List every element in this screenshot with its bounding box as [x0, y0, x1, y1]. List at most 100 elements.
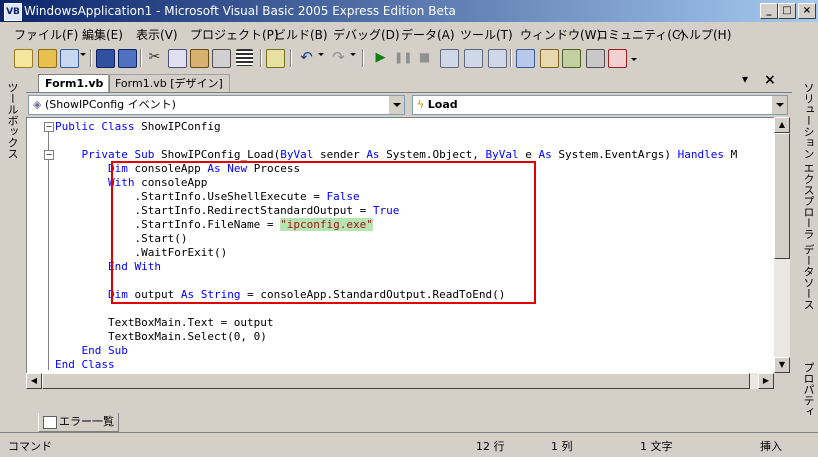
- status-bar: コマンド 12 行 1 列 1 文字 挿入: [0, 432, 818, 457]
- code-line[interactable]: Public Class ShowIPConfig: [55, 120, 221, 134]
- scroll-thumb-horizontal[interactable]: [42, 373, 750, 389]
- save-icon[interactable]: [96, 49, 115, 68]
- object-dropdown[interactable]: ◈ (ShowIPConfig イベント): [28, 95, 405, 115]
- menu-help[interactable]: ヘルプ(H): [677, 26, 731, 43]
- tab-form1-designer[interactable]: Form1.vb [デザイン]: [108, 74, 230, 92]
- object-browser-icon[interactable]: [562, 49, 581, 68]
- menu-window[interactable]: ウィンドウ(W): [520, 26, 601, 43]
- menu-edit[interactable]: 編集(E): [82, 26, 123, 43]
- properties-tab[interactable]: プロパティ: [800, 362, 816, 417]
- solution-explorer-icon[interactable]: [516, 49, 535, 68]
- code-editor[interactable]: − − Public Class ShowIPConfig Private Su…: [26, 117, 775, 374]
- code-text: System.EventArgs): [551, 148, 678, 161]
- close-button[interactable]: ×: [798, 3, 816, 19]
- code-keyword: End Class: [55, 358, 115, 371]
- status-line: 12 行: [476, 440, 505, 453]
- cut-icon[interactable]: ✂: [146, 49, 163, 66]
- start-debug-icon[interactable]: ▶: [372, 49, 389, 66]
- code-keyword: Private Sub: [81, 148, 155, 161]
- scroll-left-button[interactable]: ◀: [26, 373, 42, 389]
- chevron-down-icon[interactable]: [771, 96, 787, 114]
- open-folder-icon[interactable]: [38, 49, 57, 68]
- add-item-icon[interactable]: [60, 49, 79, 68]
- scroll-thumb[interactable]: [774, 133, 790, 259]
- redo-icon[interactable]: ↷: [330, 49, 347, 66]
- error-list-icon[interactable]: [608, 49, 627, 68]
- properties-icon[interactable]: [540, 49, 559, 68]
- code-keyword: ByVal: [485, 148, 519, 161]
- pause-icon[interactable]: ❚❚: [394, 49, 412, 66]
- menu-build[interactable]: ビルド(B): [274, 26, 328, 43]
- app-icon: VB: [4, 3, 22, 21]
- scroll-right-button[interactable]: ▶: [758, 373, 774, 389]
- comment-icon[interactable]: [266, 49, 285, 68]
- toolbar-separator: [260, 49, 262, 67]
- code-line[interactable]: Private Sub ShowIPConfig_Load(ByVal send…: [55, 148, 738, 162]
- left-side-panel: ツールボックス: [2, 72, 20, 432]
- menu-community[interactable]: コミュニティ(C): [596, 26, 685, 43]
- vertical-scrollbar[interactable]: ▲ ▼: [774, 117, 790, 373]
- code-keyword: Public Class: [55, 120, 135, 133]
- method-dropdown[interactable]: ϟ Load: [412, 95, 788, 115]
- menu-debug[interactable]: デバッグ(D): [333, 26, 400, 43]
- copy-icon[interactable]: [168, 49, 187, 68]
- toolbar-options-icon[interactable]: [631, 58, 637, 61]
- new-project-icon[interactable]: [14, 49, 33, 68]
- code-text: sender: [313, 148, 367, 161]
- status-column: 1 列: [551, 440, 573, 453]
- redo-dropdown-icon[interactable]: [350, 53, 356, 56]
- code-text: TextBoxMain.Select(0, 0): [55, 330, 267, 343]
- menu-project[interactable]: プロジェクト(P): [190, 26, 279, 43]
- tab-list-dropdown-icon[interactable]: ▾: [742, 72, 748, 86]
- collapse-sub-icon[interactable]: −: [44, 150, 54, 160]
- standard-toolbar: ✂ ↶ ↷ ▶ ❚❚ ■: [0, 44, 818, 72]
- chevron-down-icon[interactable]: [388, 96, 404, 114]
- outline-line: [48, 132, 49, 370]
- print-icon[interactable]: [212, 49, 231, 68]
- undo-dropdown-icon[interactable]: [318, 53, 324, 56]
- code-line[interactable]: TextBoxMain.Select(0, 0): [55, 330, 267, 344]
- document-tab-strip: Form1.vb Form1.vb [デザイン] ▾ ×: [26, 72, 792, 93]
- method-dropdown-value: Load: [427, 98, 458, 111]
- toolbox-tab[interactable]: ツールボックス: [4, 82, 20, 159]
- close-tab-icon[interactable]: ×: [764, 72, 776, 88]
- step-into-icon[interactable]: [440, 49, 459, 68]
- save-all-icon[interactable]: [118, 49, 137, 68]
- error-list-icon: [43, 416, 57, 429]
- code-keyword: Handles: [677, 148, 724, 161]
- toolbar-separator: [290, 49, 292, 67]
- scroll-down-button[interactable]: ▼: [774, 357, 790, 373]
- solution-explorer-tab[interactable]: ソリューション エクスプローラ: [800, 82, 816, 240]
- object-dropdown-value: (ShowIPConfig イベント): [44, 98, 176, 111]
- step-out-icon[interactable]: [488, 49, 507, 68]
- status-char: 1 文字: [640, 440, 673, 453]
- highlight-annotation-box: [111, 161, 536, 304]
- error-list-tab[interactable]: エラー一覧: [38, 413, 119, 432]
- code-text: ShowIPConfig: [134, 120, 221, 133]
- menu-tools[interactable]: ツール(T): [460, 26, 513, 43]
- collapse-class-icon[interactable]: −: [44, 122, 54, 132]
- window-title: WindowsApplication1 - Microsoft Visual B…: [24, 4, 456, 18]
- code-line[interactable]: End Sub: [55, 344, 128, 358]
- tab-form1-code[interactable]: Form1.vb: [38, 74, 111, 92]
- step-over-icon[interactable]: [464, 49, 483, 68]
- stop-icon[interactable]: ■: [416, 49, 433, 66]
- undo-icon[interactable]: ↶: [298, 49, 315, 66]
- code-line[interactable]: TextBoxMain.Text = output: [55, 316, 274, 330]
- scroll-up-button[interactable]: ▲: [774, 117, 790, 133]
- code-line[interactable]: End Class: [55, 358, 115, 372]
- maximize-button[interactable]: □: [778, 3, 796, 19]
- menu-data[interactable]: データ(A): [401, 26, 455, 43]
- list-icon[interactable]: [236, 49, 253, 66]
- menu-view[interactable]: 表示(V): [136, 26, 178, 43]
- menu-file[interactable]: ファイル(F): [14, 26, 78, 43]
- paste-icon[interactable]: [190, 49, 209, 68]
- minimize-button[interactable]: _: [760, 3, 778, 19]
- horizontal-scrollbar[interactable]: ◀ ▶: [26, 373, 774, 389]
- data-sources-tab[interactable]: データソース: [800, 244, 816, 310]
- add-item-dropdown-icon[interactable]: [80, 53, 86, 56]
- toolbox-icon[interactable]: [586, 49, 605, 68]
